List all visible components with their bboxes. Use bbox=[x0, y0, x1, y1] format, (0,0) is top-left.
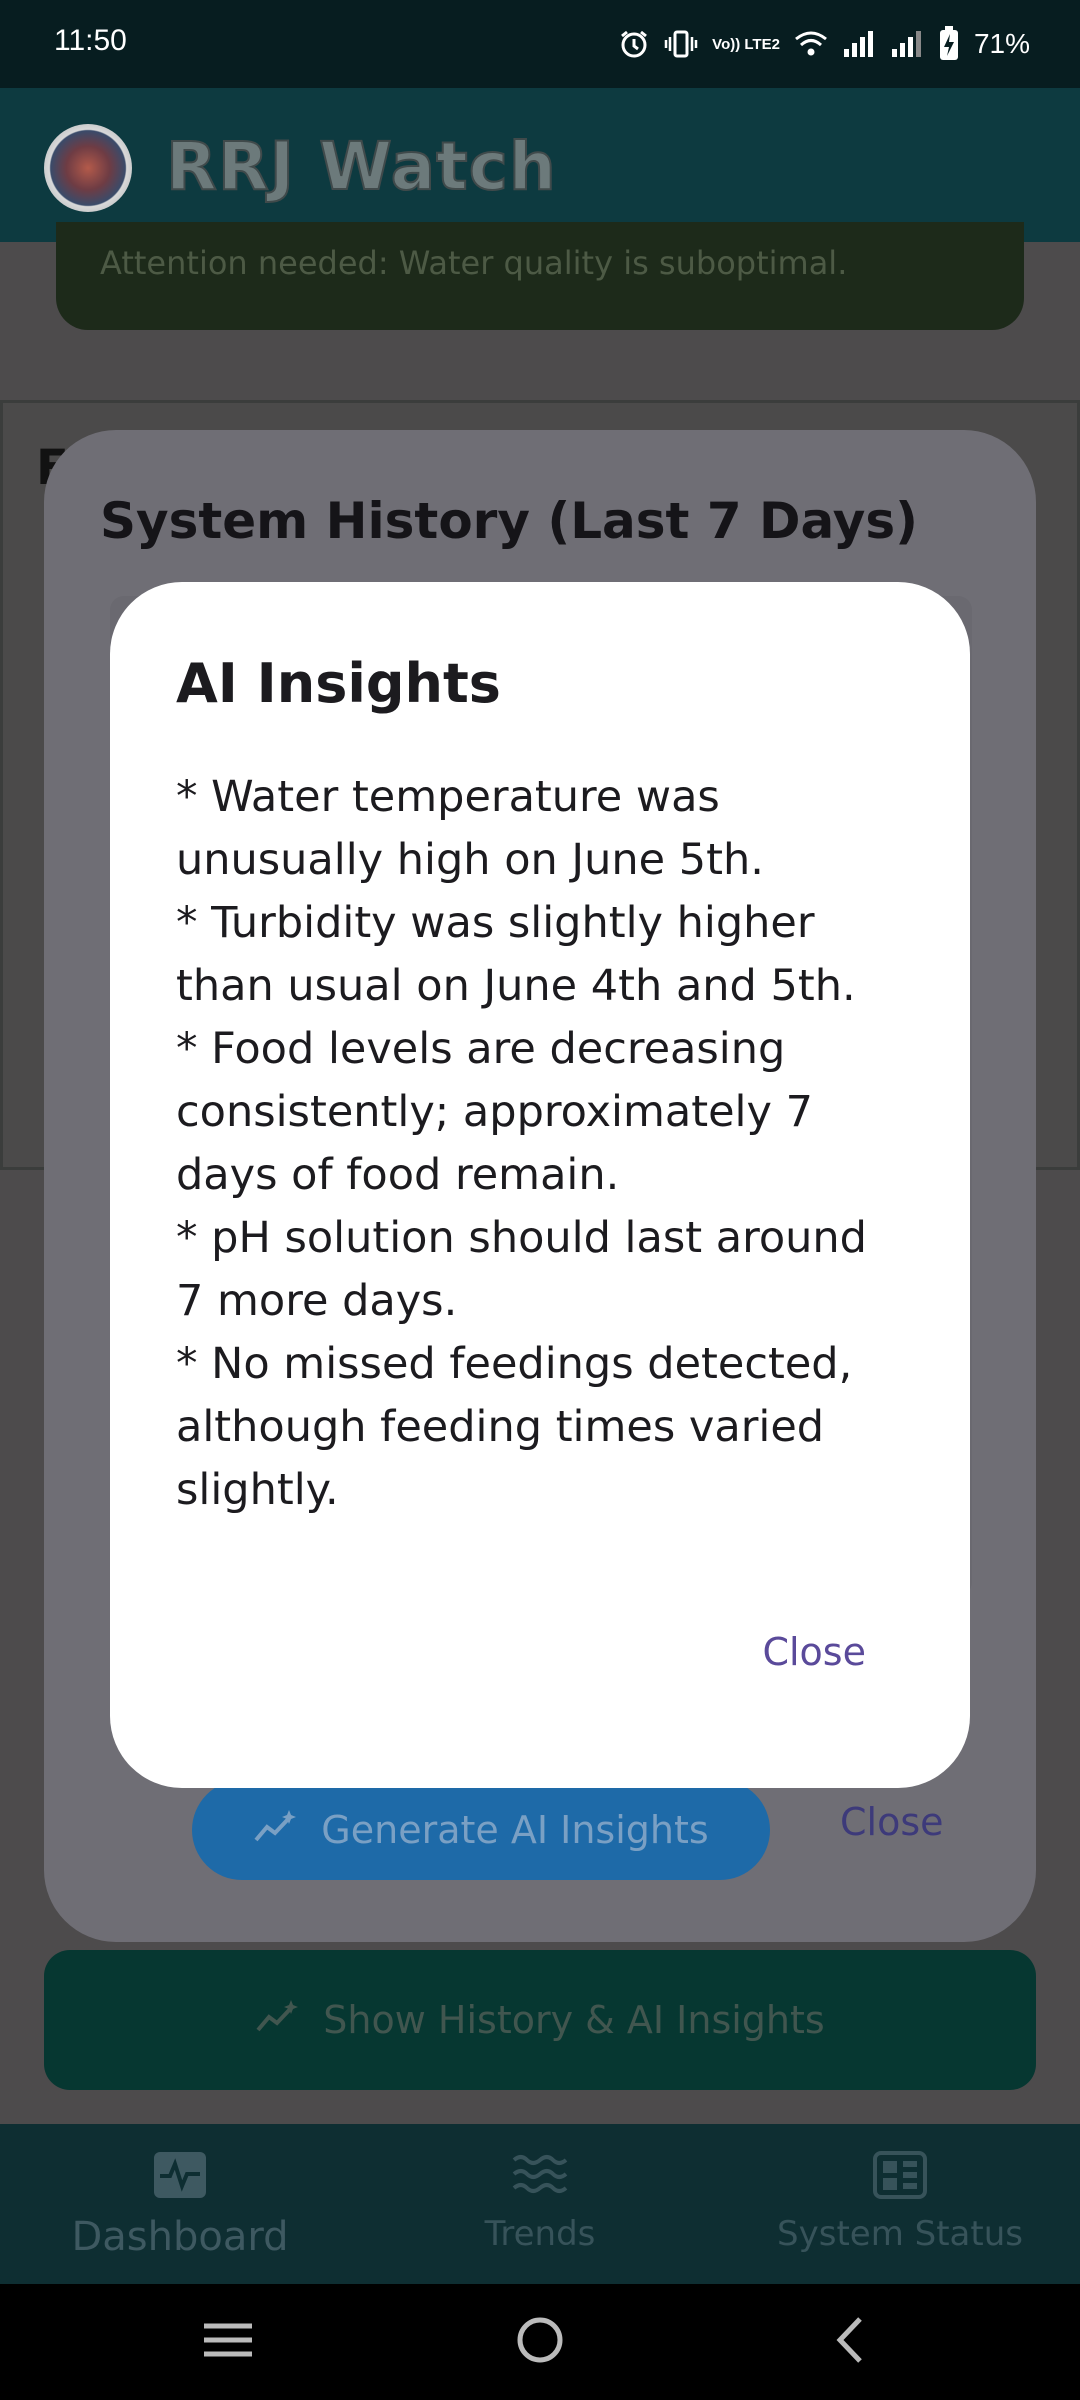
back-chevron-icon bbox=[830, 2315, 870, 2369]
insight-line: * Turbidity was slightly higher bbox=[176, 898, 815, 948]
history-close-button[interactable]: Close bbox=[840, 1800, 944, 1844]
status-time: 11:50 bbox=[54, 24, 127, 57]
ai-insights-close-button[interactable]: Close bbox=[762, 1630, 866, 1674]
app-title: RRJ Watch bbox=[165, 127, 557, 206]
show-history-button[interactable]: Show History & AI Insights bbox=[44, 1950, 1036, 2090]
home-button[interactable] bbox=[510, 2312, 570, 2372]
recent-apps-button[interactable] bbox=[198, 2312, 258, 2372]
vibrate-icon bbox=[664, 29, 698, 59]
insight-line: slightly. bbox=[176, 1465, 339, 1515]
home-circle-icon bbox=[515, 2315, 565, 2369]
back-button[interactable] bbox=[820, 2312, 880, 2372]
alert-card: Attention needed: Water quality is subop… bbox=[56, 222, 1024, 330]
nav-item-dashboard[interactable]: Dashboard bbox=[40, 2124, 320, 2284]
activity-icon bbox=[152, 2124, 208, 2204]
insights-sparkle-icon bbox=[253, 1808, 299, 1853]
nav-label-trends: Trends bbox=[484, 2214, 596, 2254]
insight-line: * Water temperature was bbox=[176, 772, 720, 822]
nav-item-system-status[interactable]: System Status bbox=[760, 2124, 1040, 2284]
android-navigation-bar bbox=[0, 2284, 1080, 2400]
insight-line: * No missed feedings detected, bbox=[176, 1339, 853, 1389]
battery-percent: 71% bbox=[973, 28, 1030, 59]
alarm-icon bbox=[618, 28, 650, 60]
signal-icon bbox=[842, 29, 876, 59]
signal-icon-2 bbox=[890, 29, 924, 59]
alert-text: Attention needed: Water quality is subop… bbox=[100, 244, 848, 282]
bottom-navigation: Dashboard Trends System Status bbox=[0, 2124, 1080, 2284]
wifi-icon bbox=[794, 29, 828, 59]
insight-line: * pH solution should last around bbox=[176, 1213, 867, 1263]
insight-line: * Food levels are decreasing bbox=[176, 1024, 786, 1074]
generate-ai-insights-label: Generate AI Insights bbox=[321, 1808, 709, 1852]
insight-line: days of food remain. bbox=[176, 1150, 620, 1200]
insight-line: although feeding times varied bbox=[176, 1402, 825, 1452]
ai-insights-dialog: AI Insights * Water temperature was unus… bbox=[110, 582, 970, 1788]
nav-item-trends[interactable]: Trends bbox=[420, 2124, 660, 2284]
nav-label-dashboard: Dashboard bbox=[71, 2214, 289, 2260]
app-header: RRJ Watch bbox=[0, 88, 1080, 242]
nav-label-system-status: System Status bbox=[777, 2214, 1023, 2254]
generate-ai-insights-button[interactable]: Generate AI Insights bbox=[192, 1780, 770, 1880]
insight-line: unusually high on June 5th. bbox=[176, 835, 764, 885]
ai-insights-title: AI Insights bbox=[176, 652, 501, 715]
dashboard-panel-icon bbox=[872, 2124, 928, 2204]
insight-line: than usual on June 4th and 5th. bbox=[176, 961, 856, 1011]
insight-line: 7 more days. bbox=[176, 1276, 458, 1326]
app-logo bbox=[44, 124, 132, 212]
network-type-label: Vo)) LTE2 bbox=[712, 35, 780, 53]
battery-charging-icon bbox=[938, 26, 960, 62]
menu-icon bbox=[202, 2320, 254, 2364]
status-icons: Vo)) LTE2 71% bbox=[618, 20, 1030, 68]
history-dialog-title: System History (Last 7 Days) bbox=[100, 492, 918, 550]
ai-insights-body: * Water temperature was unusually high o… bbox=[176, 766, 896, 1522]
show-history-label: Show History & AI Insights bbox=[323, 1998, 825, 2042]
waves-icon bbox=[510, 2124, 570, 2204]
insights-sparkle-icon bbox=[255, 1998, 301, 2043]
status-bar: 11:50 Vo)) LTE2 71% bbox=[0, 0, 1080, 88]
insight-line: consistently; approximately 7 bbox=[176, 1087, 813, 1137]
